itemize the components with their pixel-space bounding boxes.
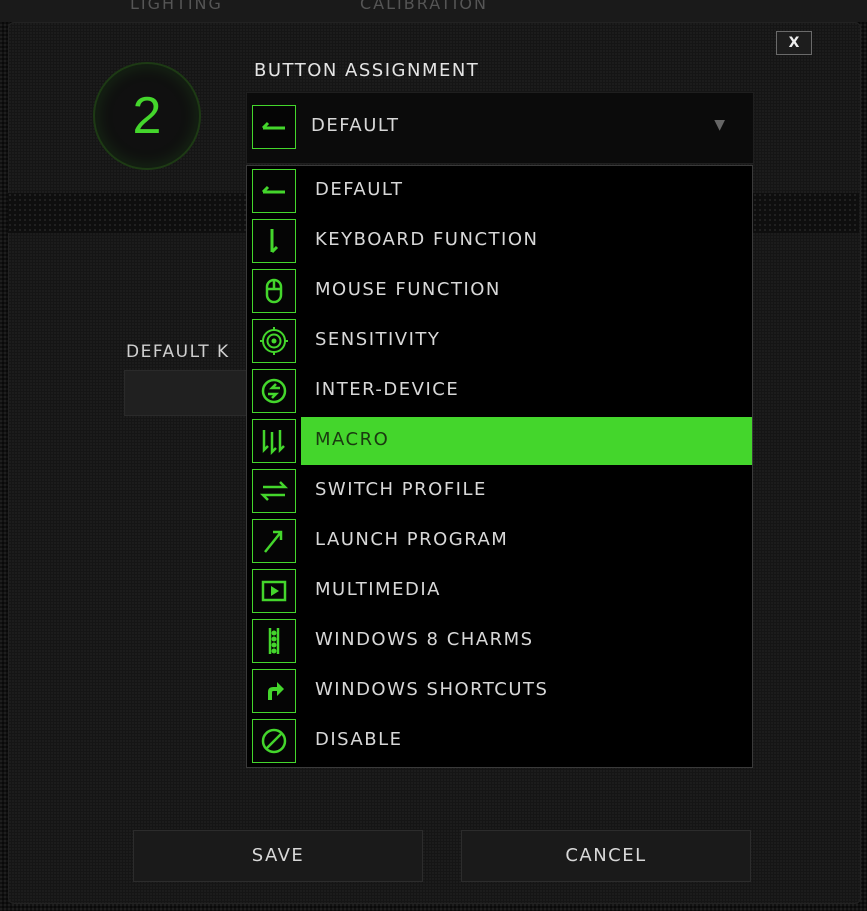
menu-item-label: MULTIMEDIA [315, 579, 441, 600]
menu-item-windows-shortcuts[interactable]: WINDOWS SHORTCUTS [247, 666, 752, 716]
cancel-button[interactable]: CANCEL [461, 830, 751, 882]
switch-profile-icon [252, 469, 296, 513]
section-title: BUTTON ASSIGNMENT [254, 60, 480, 81]
windows-shortcut-icon [252, 669, 296, 713]
menu-item-label: INTER-DEVICE [315, 379, 460, 400]
keyboard-function-icon [252, 219, 296, 263]
launch-program-icon [252, 519, 296, 563]
disable-icon [252, 719, 296, 763]
default-arrow-icon [252, 105, 296, 149]
menu-item-inter-device[interactable]: INTER-DEVICE [247, 366, 752, 416]
menu-item-label: MOUSE FUNCTION [315, 279, 501, 300]
menu-item-label: DISABLE [315, 729, 403, 750]
save-button[interactable]: SAVE [133, 830, 423, 882]
menu-item-label: LAUNCH PROGRAM [315, 529, 509, 550]
menu-item-label: SWITCH PROFILE [315, 479, 487, 500]
menu-item-switch-profile[interactable]: SWITCH PROFILE [247, 466, 752, 516]
menu-item-label: SENSITIVITY [315, 329, 441, 350]
background-tab-lighting: LIGHTING [130, 0, 223, 13]
default-arrow-icon [252, 169, 296, 213]
menu-item-label: MACRO [315, 429, 390, 450]
sensitivity-target-icon [252, 319, 296, 363]
assignment-menu: DEFAULT KEYBOARD FUNCTION MOUSE FUNCTION… [246, 165, 753, 768]
menu-item-default[interactable]: DEFAULT [247, 166, 752, 216]
menu-item-label: DEFAULT [315, 179, 404, 200]
multimedia-play-icon [252, 569, 296, 613]
mouse-icon [252, 269, 296, 313]
menu-item-label: WINDOWS 8 CHARMS [315, 629, 534, 650]
default-key-label: DEFAULT K [126, 342, 230, 362]
menu-item-disable[interactable]: DISABLE [247, 716, 752, 766]
menu-item-label: KEYBOARD FUNCTION [315, 229, 539, 250]
menu-item-keyboard-function[interactable]: KEYBOARD FUNCTION [247, 216, 752, 266]
menu-item-mouse-function[interactable]: MOUSE FUNCTION [247, 266, 752, 316]
inter-device-icon [252, 369, 296, 413]
default-key-field[interactable] [124, 370, 250, 416]
menu-item-label: WINDOWS SHORTCUTS [315, 679, 549, 700]
menu-item-launch-program[interactable]: LAUNCH PROGRAM [247, 516, 752, 566]
windows-charms-icon [252, 619, 296, 663]
close-button[interactable]: X [776, 31, 812, 55]
dropdown-selected-value: DEFAULT [311, 115, 400, 136]
button-number-badge: 2 [93, 62, 201, 170]
menu-item-multimedia[interactable]: MULTIMEDIA [247, 566, 752, 616]
background-tab-calibration: CALIBRATION [360, 0, 488, 13]
menu-item-macro[interactable]: MACRO [247, 416, 752, 466]
button-assignment-dropdown[interactable]: DEFAULT ▼ [246, 92, 754, 164]
menu-item-windows-8-charms[interactable]: WINDOWS 8 CHARMS [247, 616, 752, 666]
chevron-down-icon: ▼ [714, 117, 725, 133]
macro-icon [252, 419, 296, 463]
menu-item-sensitivity[interactable]: SENSITIVITY [247, 316, 752, 366]
background-tab-strip: LIGHTING CALIBRATION [0, 0, 867, 22]
